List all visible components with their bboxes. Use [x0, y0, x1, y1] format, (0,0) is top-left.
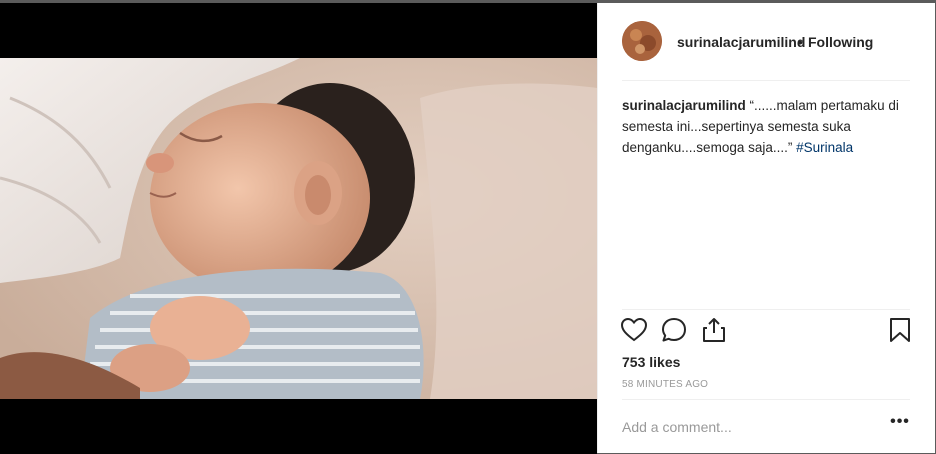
baby-photo-illustration	[0, 58, 597, 399]
comment-button[interactable]	[660, 316, 690, 346]
post-photo[interactable]	[0, 58, 597, 399]
post-header: surinalacjarumilind • Following	[598, 3, 936, 81]
post-media	[0, 3, 597, 454]
comment-divider	[622, 399, 910, 400]
comment-input[interactable]	[622, 417, 862, 437]
header-separator: •	[798, 34, 803, 50]
bookmark-icon	[890, 318, 910, 342]
post-timestamp: 58 MINUTES AGO	[622, 379, 709, 390]
caption-hashtag[interactable]: #Surinala	[796, 140, 853, 155]
likes-count[interactable]: 753 likes	[622, 354, 680, 370]
post-caption: surinalacjarumilind “......malam pertama…	[622, 95, 912, 158]
header-divider	[622, 80, 910, 81]
heart-icon	[620, 317, 648, 342]
following-button[interactable]: Following	[808, 34, 873, 50]
like-button[interactable]	[620, 316, 650, 346]
avatar[interactable]	[622, 21, 662, 61]
share-button[interactable]	[700, 316, 730, 346]
comment-bubble-icon	[662, 318, 686, 342]
caption-username[interactable]: surinalacjarumilind	[622, 98, 746, 113]
author-username[interactable]: surinalacjarumilind	[677, 34, 805, 50]
share-icon	[703, 318, 725, 342]
avatar-image	[622, 21, 662, 61]
post-side-panel: surinalacjarumilind • Following surinala…	[597, 3, 935, 453]
post-actions	[598, 316, 936, 350]
more-options-button[interactable]: •••	[890, 414, 910, 435]
save-button[interactable]	[886, 316, 916, 346]
actions-divider	[622, 309, 910, 310]
